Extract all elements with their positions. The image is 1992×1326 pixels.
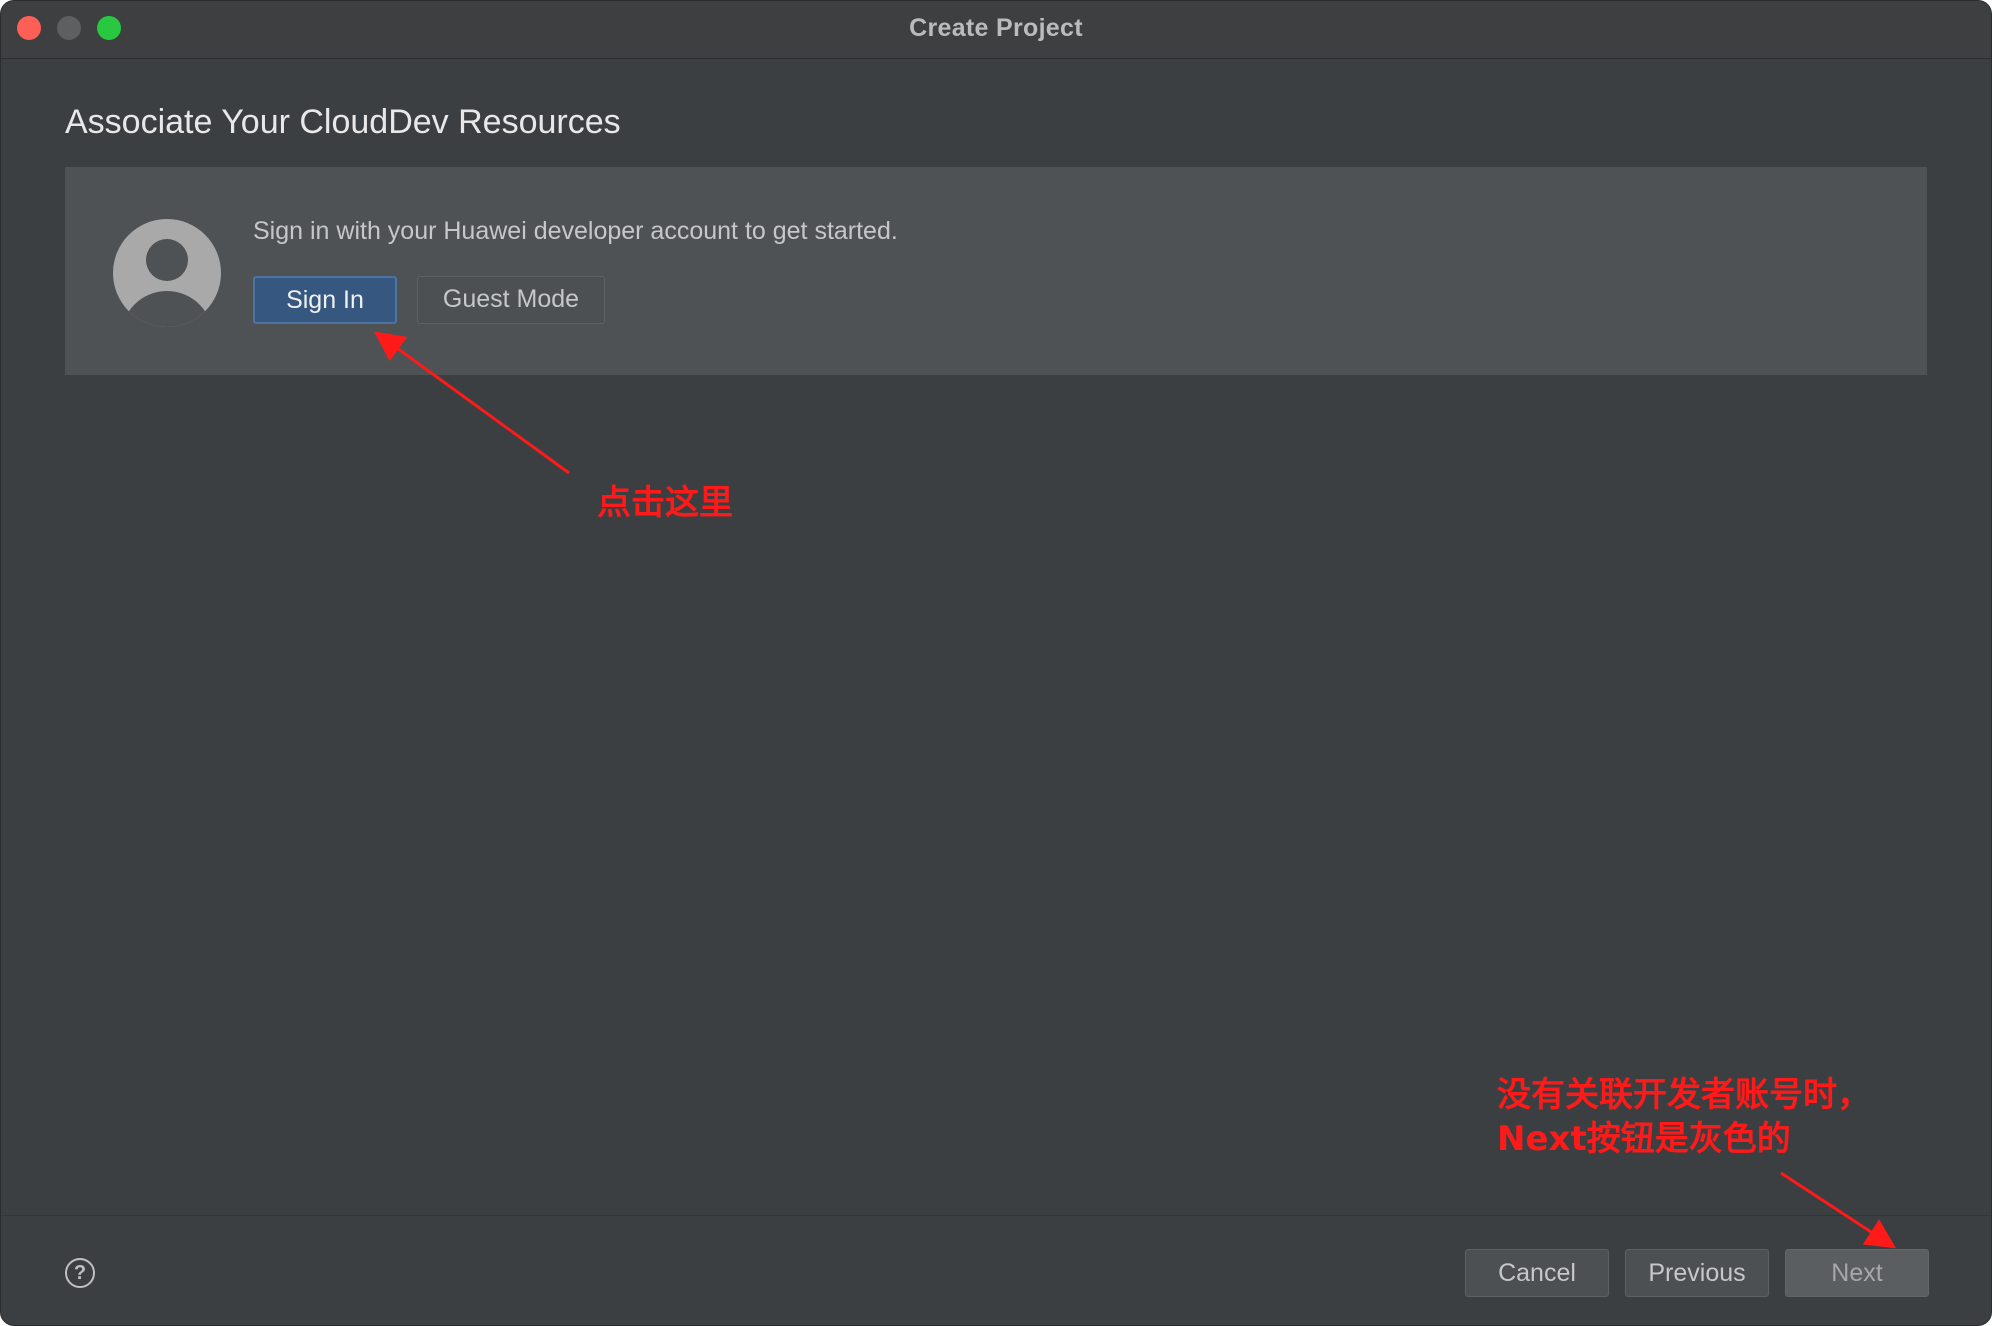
arrow-to-sign-in-icon	[374, 331, 570, 475]
arrow-to-next-icon	[1780, 1171, 1897, 1249]
annotation-arrows	[374, 331, 1897, 1249]
create-project-dialog: Create Project Associate Your CloudDev R…	[0, 0, 1992, 1326]
